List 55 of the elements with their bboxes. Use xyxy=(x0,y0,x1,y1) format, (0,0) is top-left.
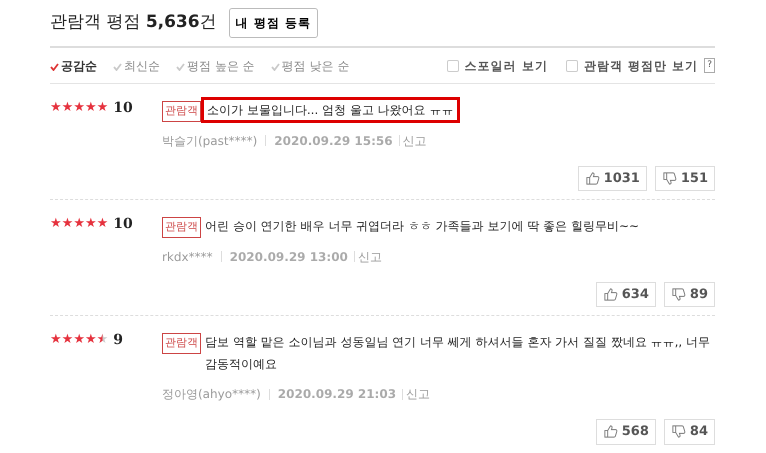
audience-badge: 관람객 xyxy=(162,333,201,354)
thumbs-down-icon xyxy=(670,286,686,302)
star-icon: ★ xyxy=(50,331,62,349)
thumbs-up-icon xyxy=(584,170,600,186)
star-icon: ★ xyxy=(50,215,62,233)
sort-option[interactable]: 평점 높은 순 xyxy=(176,56,255,74)
thumbs-down-icon xyxy=(670,424,686,440)
star-icon: ★ xyxy=(84,331,97,349)
thumbs-up-icon xyxy=(602,424,618,440)
star-icon: ★ xyxy=(96,215,108,233)
check-icon xyxy=(270,62,280,71)
sort-option[interactable]: 공감순 xyxy=(50,56,97,74)
star-icon: ★ xyxy=(96,99,108,117)
thumbs-up-icon xyxy=(602,286,618,302)
star-icon: ★ xyxy=(62,215,74,233)
star-icon: ★ xyxy=(73,99,85,117)
review-text: 담보 역할 맡은 소이님과 성동일님 연기 너무 쎄게 하셔서들 혼자 가서 질질 짰네요 ㅠㅠ,, 너무 감동적이예요 xyxy=(205,334,712,373)
score: 10 xyxy=(113,215,133,233)
like-button[interactable]: 1031 xyxy=(578,166,647,191)
score: 9 xyxy=(113,331,124,349)
audience-badge: 관람객 xyxy=(162,217,201,238)
filter-label[interactable]: 스포일러 보기 xyxy=(464,56,548,74)
author-name: 박슬기(past****) xyxy=(162,132,258,150)
dislike-button[interactable]: 151 xyxy=(654,166,715,191)
dislike-button[interactable]: 89 xyxy=(664,282,715,307)
check-icon xyxy=(176,62,185,71)
review-date: 2020.09.29 13:00 xyxy=(230,248,348,266)
dislike-button[interactable]: 84 xyxy=(664,419,715,444)
star-icon: ★ xyxy=(73,215,85,233)
register-rating-button[interactable]: 내 평점 등록 xyxy=(228,8,318,38)
filter-label[interactable]: 관람객 평점만 보기 xyxy=(584,56,698,74)
author-name: 정아영(ahyo****) xyxy=(162,386,261,403)
review-text: 어린 승이 연기한 배우 너무 귀엽더라 ㅎㅎ 가족들과 보기에 딱 좋은 힐링무비~~ xyxy=(205,218,640,235)
page-title: 관람객 평점 5,636건 xyxy=(50,11,217,34)
help-button[interactable]: ? xyxy=(704,58,715,74)
check-icon xyxy=(50,62,59,71)
thumbs-down-icon xyxy=(662,170,677,186)
star-icon: ★ xyxy=(84,99,97,117)
like-button[interactable]: 568 xyxy=(596,419,656,444)
review-date: 2020.09.29 21:03 xyxy=(278,386,396,403)
author-name: rkdx**** xyxy=(162,248,213,266)
score: 10 xyxy=(113,99,133,117)
star-icon: ★ xyxy=(62,99,74,117)
review-date: 2020.09.29 15:56 xyxy=(274,132,393,150)
like-button[interactable]: 634 xyxy=(596,282,656,307)
checkbox[interactable] xyxy=(566,60,578,72)
star-icon: ★ xyxy=(73,331,85,349)
star-icon: ★ xyxy=(50,99,62,117)
star-icon: ★ xyxy=(62,331,74,349)
sort-option[interactable]: 평점 낮은 순 xyxy=(270,56,350,74)
star-icon: ★ xyxy=(84,215,97,233)
checkbox[interactable] xyxy=(446,60,459,72)
audience-badge: 관람객 xyxy=(162,101,201,122)
sort-option[interactable]: 최신순 xyxy=(113,56,160,74)
check-icon xyxy=(113,62,122,71)
